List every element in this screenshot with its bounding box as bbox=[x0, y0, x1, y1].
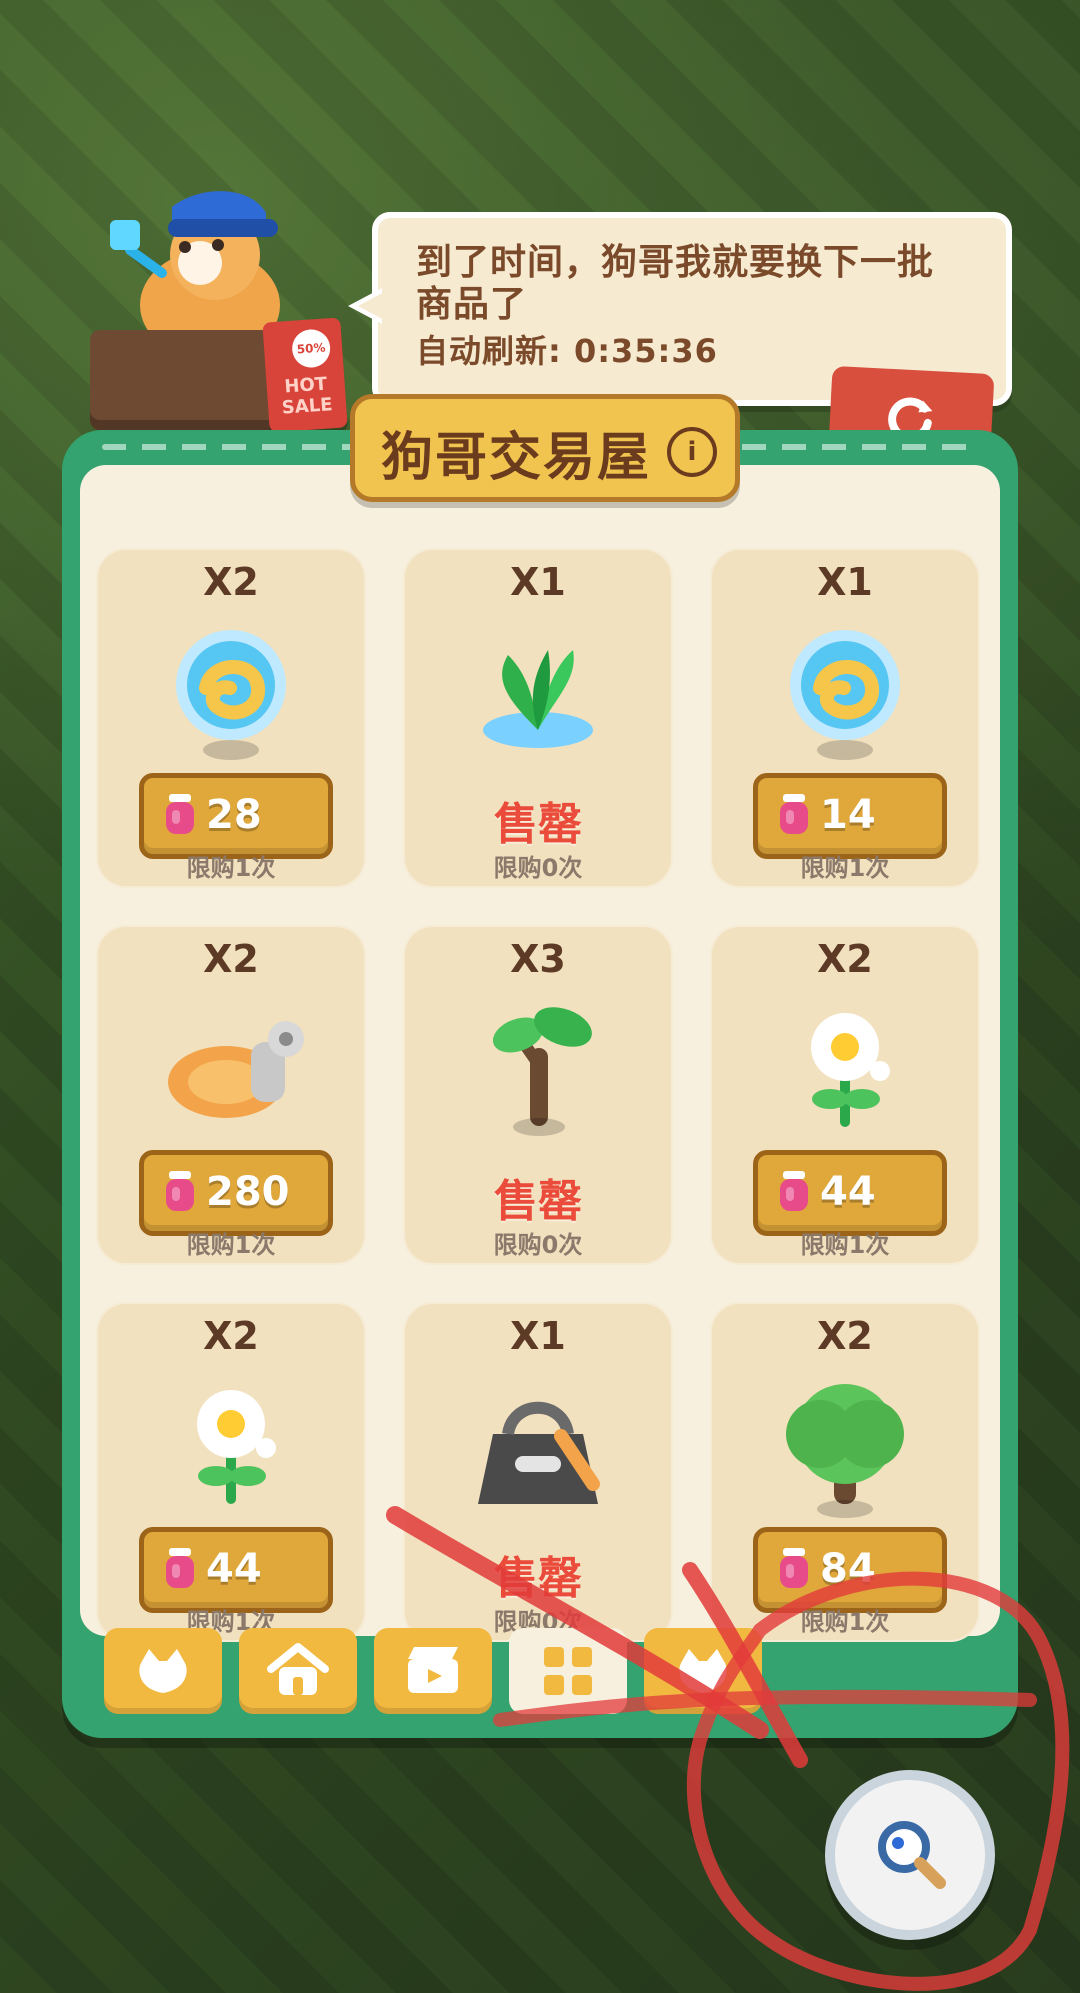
jam-jar-icon bbox=[780, 794, 808, 834]
jam-jar-icon bbox=[780, 1171, 808, 1211]
hot-sale-text: HOT SALE bbox=[281, 373, 334, 419]
item-quantity: X2 bbox=[817, 1314, 873, 1358]
cat-head-icon bbox=[139, 1649, 187, 1693]
tab-grid[interactable] bbox=[509, 1628, 627, 1714]
purchase-limit: 限购1次 bbox=[186, 854, 276, 882]
price-value: 280 bbox=[206, 1169, 290, 1215]
shop-item-card[interactable]: X2 44 限购1次 bbox=[710, 925, 980, 1265]
jam-jar-icon bbox=[166, 794, 194, 834]
item-quantity: X3 bbox=[510, 937, 566, 981]
hot-sale-sign: 50% OFF HOT SALE bbox=[262, 317, 348, 433]
purchase-limit: 限购0次 bbox=[493, 854, 583, 882]
info-icon[interactable]: i bbox=[667, 427, 717, 477]
clapperboard-icon bbox=[408, 1647, 458, 1693]
daisy-flower-icon bbox=[197, 1390, 276, 1504]
purchase-limit: 限购1次 bbox=[800, 1231, 890, 1259]
price-button[interactable]: 44 bbox=[139, 1527, 333, 1613]
item-quantity: X1 bbox=[510, 560, 566, 604]
item-quantity: X1 bbox=[817, 560, 873, 604]
shop-item-card[interactable]: X1 售罄 限购0次 bbox=[403, 1302, 673, 1642]
sold-out-label: 售罄 bbox=[494, 799, 582, 850]
shop-item-card[interactable]: X1 售罄 限购0次 bbox=[403, 548, 673, 888]
discount-badge: 50% OFF bbox=[290, 328, 332, 394]
magic-orb-icon bbox=[790, 630, 900, 760]
shop-item-card[interactable]: X2 44 限购1次 bbox=[96, 1302, 366, 1642]
item-quantity: X1 bbox=[510, 1314, 566, 1358]
price-value: 14 bbox=[820, 792, 876, 838]
price-button[interactable]: 28 bbox=[139, 773, 333, 859]
shop-tabs bbox=[104, 1628, 1004, 1718]
shop-title: 狗哥交易屋 bbox=[380, 428, 651, 488]
wind-up-key-icon bbox=[168, 1021, 304, 1118]
house-icon bbox=[267, 1643, 329, 1695]
bubble-line-1: 到了时间，狗哥我就要换下一批 bbox=[416, 242, 935, 283]
shop-item-card[interactable]: X3 售罄 限购0次 bbox=[403, 925, 673, 1265]
jam-jar-icon bbox=[780, 1548, 808, 1588]
shop-item-card[interactable]: X1 14 限购1次 bbox=[710, 548, 980, 888]
price-button[interactable]: 14 bbox=[753, 773, 947, 859]
tab-home[interactable] bbox=[239, 1628, 357, 1714]
magic-orb-icon bbox=[176, 630, 286, 760]
price-value: 84 bbox=[820, 1546, 876, 1592]
shop-counter bbox=[90, 330, 280, 430]
jam-jar-icon bbox=[166, 1548, 194, 1588]
price-value: 44 bbox=[820, 1169, 876, 1215]
shop-item-card[interactable]: X2 280 限购1次 bbox=[96, 925, 366, 1265]
price-value: 28 bbox=[206, 792, 262, 838]
sold-out-label: 售罄 bbox=[494, 1553, 582, 1604]
shop-items-grid: X2 28 限购1次 X1 售罄 限购0次 X1 14 限购1次 X2 280 … bbox=[96, 548, 984, 1642]
purchase-limit: 限购0次 bbox=[493, 1231, 583, 1259]
grass-plant-icon bbox=[483, 650, 593, 748]
daisy-flower-icon bbox=[811, 1013, 890, 1127]
price-button[interactable]: 280 bbox=[139, 1150, 333, 1236]
magnifier-icon bbox=[878, 1821, 946, 1889]
purchase-limit: 限购1次 bbox=[186, 1231, 276, 1259]
auto-refresh-timer: 自动刷新: 0:35:36 bbox=[416, 332, 718, 370]
shop-item-card[interactable]: X2 84 限购1次 bbox=[710, 1302, 980, 1642]
item-quantity: X2 bbox=[203, 1314, 259, 1358]
purchase-limit: 限购1次 bbox=[800, 854, 890, 882]
tab-video[interactable] bbox=[374, 1628, 492, 1714]
price-value: 44 bbox=[206, 1546, 262, 1592]
sapling-icon bbox=[492, 1007, 592, 1136]
tree-icon bbox=[786, 1384, 904, 1518]
sold-out-label: 售罄 bbox=[494, 1176, 582, 1227]
tab-cat-2[interactable] bbox=[644, 1628, 762, 1714]
dark-bag-icon bbox=[478, 1401, 600, 1504]
price-button[interactable]: 84 bbox=[753, 1527, 947, 1613]
shop-item-card[interactable]: X2 28 限购1次 bbox=[96, 548, 366, 888]
search-button[interactable] bbox=[825, 1770, 995, 1940]
bubble-line-2: 商品了 bbox=[416, 284, 528, 325]
cat-head-icon bbox=[679, 1649, 727, 1693]
tab-cat[interactable] bbox=[104, 1628, 222, 1714]
item-quantity: X2 bbox=[817, 937, 873, 981]
grid-icon bbox=[544, 1647, 592, 1695]
shop-title-banner: 狗哥交易屋 i bbox=[350, 394, 740, 502]
item-quantity: X2 bbox=[203, 560, 259, 604]
item-quantity: X2 bbox=[203, 937, 259, 981]
price-button[interactable]: 44 bbox=[753, 1150, 947, 1236]
jam-jar-icon bbox=[166, 1171, 194, 1211]
